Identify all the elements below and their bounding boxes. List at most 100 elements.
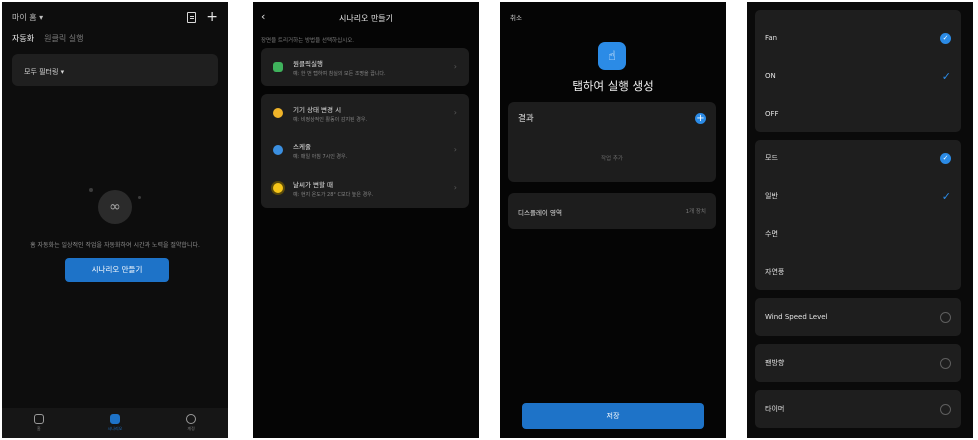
- option-wind-speed: Wind Speed Level: [765, 311, 951, 323]
- decor-dot: [89, 188, 93, 192]
- document-icon[interactable]: [187, 11, 197, 23]
- save-button[interactable]: 저장: [522, 403, 704, 429]
- fan-direction-group[interactable]: 팬방향: [755, 344, 961, 382]
- add-result-icon[interactable]: +: [695, 113, 706, 124]
- device-action-screen: Fan ✓ ON ✓ OFF 모드 ✓ 일반 ✓ 수면 자연풍 Wind Spe…: [747, 2, 973, 438]
- bottom-nav: 홈 시나리오 계정: [2, 408, 228, 438]
- option-label: Wind Speed Level: [765, 313, 828, 321]
- checked-circle-icon: ✓: [940, 32, 951, 44]
- item-subtitle: 예: 현지 온도가 28° C보다 높은 경우.: [293, 191, 374, 198]
- radio-icon: [940, 403, 951, 415]
- nav-home-label: 홈: [37, 426, 41, 431]
- radio-icon: [940, 357, 951, 369]
- tab-one-click[interactable]: 원클릭 실행: [44, 33, 83, 44]
- option-timer: 타이머: [765, 403, 951, 415]
- top-bar: 마이 홈 ▾ +: [12, 10, 218, 24]
- result-card: 결과 + 작업 추가: [508, 102, 716, 182]
- timer-group[interactable]: 타이머: [755, 390, 961, 428]
- nav-account-label: 계정: [187, 426, 195, 431]
- page-title: 시나리오 만들기: [338, 14, 394, 23]
- item-title: 날씨가 변할 때: [293, 180, 334, 189]
- checkmark-icon: ✓: [941, 189, 951, 203]
- checked-circle-icon: ✓: [940, 152, 951, 164]
- automation-screen: 마이 홈 ▾ + 자동화 원클릭 실행 모두 필터링 ▾ ∞ 홈 자동화는 일상…: [2, 2, 228, 438]
- display-area-row[interactable]: 디스플레이 영역 1개 장치: [508, 193, 716, 229]
- hand-tap-icon: ☝: [598, 42, 626, 70]
- option-label: 타이머: [765, 405, 785, 413]
- item-texts: 원클릭실행 예: 한 번 탭하여 침실의 모든 조명을 끕니다.: [293, 58, 386, 77]
- trigger-item-device-state[interactable]: 기기 상태 변경 시 예: 비정상적인 활동이 감지된 경우. ›: [273, 102, 457, 124]
- option-label: 팬방향: [765, 359, 785, 367]
- top-actions: +: [187, 10, 218, 24]
- option-mode[interactable]: 모드 ✓: [765, 152, 951, 164]
- clock-icon: [273, 145, 283, 155]
- fan-group: Fan ✓ ON ✓ OFF: [755, 10, 961, 132]
- page-title: 탭하여 실행 생성: [572, 79, 654, 93]
- option-fan[interactable]: Fan ✓: [765, 32, 951, 44]
- home-selector[interactable]: 마이 홈 ▾: [12, 12, 43, 23]
- trigger-card-oneclick: 원클릭실행 예: 한 번 탭하여 침실의 모든 조명을 끕니다. ›: [261, 48, 469, 86]
- option-label: ON: [765, 72, 776, 80]
- cancel-button[interactable]: 취소: [510, 12, 522, 22]
- item-subtitle: 예: 매일 아침 7시인 경우.: [293, 153, 348, 160]
- option-label: OFF: [765, 110, 779, 118]
- sun-icon: [273, 183, 283, 193]
- scenario-icon: [109, 414, 120, 424]
- header: ‹ 시나리오 만들기: [261, 11, 471, 25]
- option-sleep[interactable]: 수면: [765, 228, 951, 240]
- option-natural-wind[interactable]: 자연풍: [765, 266, 951, 278]
- decor-dot: [138, 196, 141, 199]
- nav-account[interactable]: 계정: [186, 414, 197, 432]
- home-icon: [33, 414, 44, 424]
- add-task-text[interactable]: 작업 추가: [508, 154, 716, 162]
- option-label: Fan: [765, 34, 778, 42]
- nav-scenario[interactable]: 시나리오: [107, 414, 123, 432]
- display-area-label: 디스플레이 영역: [518, 209, 562, 217]
- chevron-right-icon: ›: [453, 183, 457, 192]
- result-label: 결과: [518, 114, 534, 124]
- nav-home[interactable]: 홈: [33, 414, 44, 432]
- item-texts: 날씨가 변할 때 예: 현지 온도가 28° C보다 높은 경우.: [293, 179, 373, 198]
- tap-to-run-screen: 취소 ☝ 탭하여 실행 생성 결과 + 작업 추가 디스플레이 영역 1개 장치…: [500, 2, 726, 438]
- tab-bar: 자동화 원클릭 실행: [12, 33, 83, 44]
- create-scenario-button[interactable]: 시나리오 만들기: [65, 258, 169, 282]
- chevron-right-icon: ›: [453, 62, 457, 71]
- option-label: 모드: [765, 154, 778, 162]
- option-label: 일반: [765, 192, 778, 200]
- empty-illustration: ∞: [85, 180, 145, 230]
- wind-speed-group[interactable]: Wind Speed Level: [755, 298, 961, 336]
- item-title: 원클릭실행: [293, 59, 323, 68]
- infinity-icon: ∞: [98, 190, 132, 224]
- trigger-card-group: 기기 상태 변경 시 예: 비정상적인 활동이 감지된 경우. › 스케줄 예:…: [261, 94, 469, 208]
- option-label: 자연풍: [765, 268, 785, 276]
- trigger-item-oneclick[interactable]: 원클릭실행 예: 한 번 탭하여 침실의 모든 조명을 끕니다. ›: [273, 56, 457, 78]
- radio-icon: [940, 311, 951, 323]
- tab-automation[interactable]: 자동화: [12, 33, 34, 44]
- trigger-item-weather[interactable]: 날씨가 변할 때 예: 현지 온도가 28° C보다 높은 경우. ›: [273, 177, 457, 199]
- trigger-item-schedule[interactable]: 스케줄 예: 매일 아침 7시인 경우. ›: [273, 139, 457, 161]
- empty-state-text: 홈 자동화는 일상적인 작업을 자동화하여 시간과 노력을 절약합니다.: [30, 242, 200, 249]
- display-area-value: 1개 장치: [685, 209, 706, 215]
- item-texts: 스케줄 예: 매일 아침 7시인 경우.: [293, 141, 347, 160]
- chevron-right-icon: ›: [453, 145, 457, 154]
- option-label: 수면: [765, 230, 778, 238]
- create-scenario-screen: ‹ 시나리오 만들기 장면을 트리거하는 방법을 선택하십시오. 원클릭실행 예…: [253, 2, 479, 438]
- hint-text: 장면을 트리거하는 방법을 선택하십시오.: [261, 38, 355, 44]
- item-title: 기기 상태 변경 시: [293, 105, 342, 114]
- mode-group: 모드 ✓ 일반 ✓ 수면 자연풍: [755, 140, 961, 290]
- nav-scenario-label: 시나리오: [107, 426, 123, 431]
- item-subtitle: 예: 한 번 탭하여 침실의 모든 조명을 끕니다.: [293, 70, 386, 77]
- filter-dropdown[interactable]: 모두 필터링 ▾: [12, 54, 218, 86]
- chevron-right-icon: ›: [453, 108, 457, 117]
- add-icon[interactable]: +: [206, 10, 218, 24]
- option-fan-direction: 팬방향: [765, 357, 951, 369]
- option-off[interactable]: OFF: [765, 108, 951, 120]
- option-normal[interactable]: 일반 ✓: [765, 190, 951, 202]
- account-icon: [186, 414, 197, 424]
- item-subtitle: 예: 비정상적인 활동이 감지된 경우.: [293, 116, 368, 123]
- item-title: 스케줄: [293, 142, 311, 151]
- hand-tap-icon: [273, 62, 283, 72]
- lightbulb-icon: [273, 108, 283, 118]
- item-texts: 기기 상태 변경 시 예: 비정상적인 활동이 감지된 경우.: [293, 104, 367, 123]
- option-on[interactable]: ON ✓: [765, 70, 951, 82]
